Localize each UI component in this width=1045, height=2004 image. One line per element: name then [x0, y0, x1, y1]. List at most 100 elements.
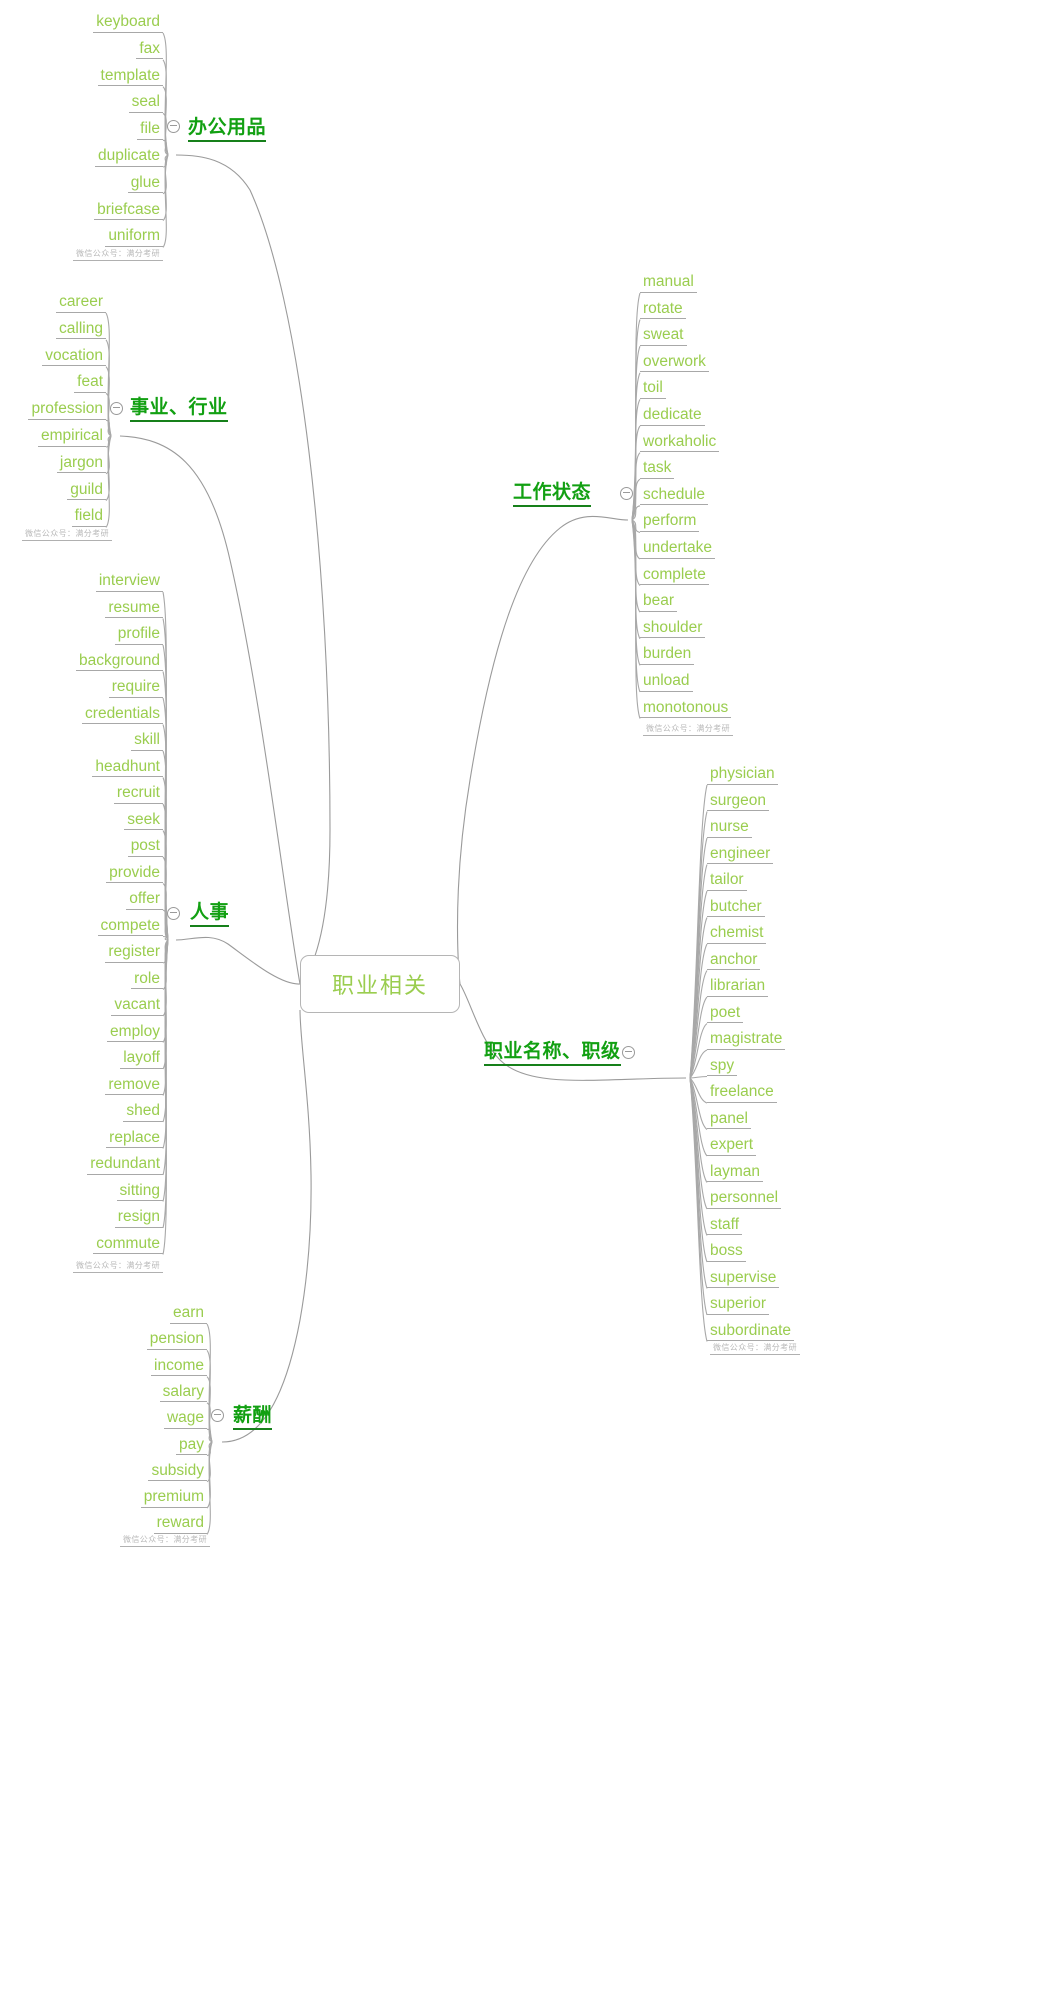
leaf-word[interactable]: subordinate	[707, 1322, 795, 1341]
leaf-word[interactable]: rotate	[640, 301, 686, 320]
leaf-word[interactable]: commute	[93, 1235, 163, 1254]
branch-title-job-titles-ranks[interactable]: 职业名称、职级	[484, 1042, 621, 1066]
leaf-word[interactable]: template	[97, 68, 163, 87]
leaf-word[interactable]: post	[127, 838, 163, 857]
leaf-word[interactable]: resign	[114, 1209, 163, 1228]
leaf-word[interactable]: freelance	[707, 1084, 777, 1103]
leaf-word[interactable]: wage	[163, 1410, 207, 1429]
leaf-word[interactable]: headhunt	[92, 758, 163, 777]
leaf-word[interactable]: engineer	[707, 845, 774, 864]
leaf-word[interactable]: role	[131, 970, 163, 989]
leaf-word[interactable]: file	[137, 121, 163, 140]
leaf-word[interactable]: overwork	[640, 354, 709, 373]
leaf-word[interactable]: layoff	[120, 1050, 163, 1069]
leaf-word[interactable]: career	[56, 294, 106, 313]
center-node[interactable]: 职业相关	[300, 955, 460, 1013]
leaf-word[interactable]: burden	[640, 646, 695, 665]
leaf-word[interactable]: feat	[74, 374, 106, 393]
leaf-word[interactable]: complete	[640, 567, 709, 586]
leaf-word[interactable]: glue	[127, 175, 163, 194]
leaf-word[interactable]: sitting	[116, 1182, 163, 1201]
leaf-word[interactable]: guild	[67, 482, 106, 501]
collapse-minus-icon[interactable]	[622, 1046, 635, 1059]
leaf-word[interactable]: personnel	[707, 1190, 782, 1209]
leaf-word[interactable]: seal	[128, 94, 163, 113]
leaf-word[interactable]: schedule	[640, 487, 709, 506]
leaf-word[interactable]: income	[151, 1358, 207, 1377]
leaf-word[interactable]: field	[71, 508, 106, 527]
leaf-word[interactable]: seek	[124, 811, 163, 830]
leaf-word[interactable]: perform	[640, 513, 700, 532]
leaf-word[interactable]: spy	[707, 1057, 738, 1076]
leaf-word[interactable]: employ	[107, 1023, 163, 1042]
leaf-word[interactable]: shed	[123, 1103, 163, 1122]
branch-title-office-supplies[interactable]: 办公用品	[188, 118, 267, 142]
leaf-word[interactable]: workaholic	[640, 434, 720, 453]
leaf-word[interactable]: offer	[126, 891, 163, 910]
leaf-word[interactable]: empirical	[37, 428, 106, 447]
leaf-word[interactable]: bear	[640, 593, 678, 612]
leaf-word[interactable]: poet	[707, 1004, 744, 1023]
leaf-word[interactable]: uniform	[105, 228, 163, 247]
leaf-word[interactable]: anchor	[707, 951, 761, 970]
leaf-word[interactable]: nurse	[707, 819, 752, 838]
leaf-word[interactable]: chemist	[707, 925, 767, 944]
leaf-word[interactable]: librarian	[707, 978, 769, 997]
leaf-word[interactable]: layman	[707, 1163, 763, 1182]
leaf-word[interactable]: shoulder	[640, 620, 706, 639]
leaf-word[interactable]: remove	[105, 1076, 163, 1095]
leaf-word[interactable]: physician	[707, 766, 778, 785]
leaf-word[interactable]: jargon	[56, 455, 106, 474]
leaf-word[interactable]: provide	[106, 864, 163, 883]
leaf-word[interactable]: boss	[707, 1243, 746, 1262]
leaf-word[interactable]: task	[640, 460, 675, 479]
leaf-word[interactable]: keyboard	[93, 14, 163, 33]
collapse-minus-icon[interactable]	[110, 402, 123, 415]
leaf-word[interactable]: undertake	[640, 540, 715, 559]
leaf-word[interactable]: vocation	[42, 348, 106, 367]
collapse-minus-icon[interactable]	[211, 1409, 224, 1422]
leaf-word[interactable]: butcher	[707, 898, 765, 917]
leaf-word[interactable]: earn	[169, 1305, 207, 1324]
leaf-word[interactable]: magistrate	[707, 1031, 786, 1050]
leaf-word[interactable]: dedicate	[640, 407, 705, 426]
leaf-word[interactable]: reward	[153, 1515, 207, 1534]
collapse-minus-icon[interactable]	[167, 120, 180, 133]
leaf-word[interactable]: fax	[136, 41, 163, 60]
leaf-word[interactable]: compete	[97, 917, 163, 936]
branch-title-work-status[interactable]: 工作状态	[513, 483, 592, 507]
leaf-word[interactable]: interview	[95, 573, 163, 592]
leaf-word[interactable]: require	[108, 679, 163, 698]
leaf-word[interactable]: briefcase	[94, 202, 163, 221]
leaf-word[interactable]: expert	[707, 1137, 757, 1156]
leaf-word[interactable]: superior	[707, 1296, 769, 1315]
branch-title-human-resources[interactable]: 人事	[190, 903, 230, 927]
leaf-word[interactable]: replace	[106, 1129, 163, 1148]
leaf-word[interactable]: resume	[105, 599, 163, 618]
leaf-word[interactable]: duplicate	[94, 148, 163, 167]
leaf-word[interactable]: panel	[707, 1110, 751, 1129]
leaf-word[interactable]: credentials	[82, 705, 163, 724]
leaf-word[interactable]: sweat	[640, 327, 687, 346]
leaf-word[interactable]: premium	[140, 1489, 207, 1508]
leaf-word[interactable]: calling	[56, 321, 106, 340]
leaf-word[interactable]: monotonous	[640, 700, 732, 719]
leaf-word[interactable]: supervise	[707, 1269, 780, 1288]
leaf-word[interactable]: background	[75, 652, 163, 671]
leaf-word[interactable]: manual	[640, 274, 697, 293]
leaf-word[interactable]: vacant	[111, 997, 163, 1016]
leaf-word[interactable]: pay	[176, 1436, 207, 1455]
leaf-word[interactable]: profession	[28, 401, 106, 420]
branch-title-salary[interactable]: 薪酬	[233, 1406, 273, 1430]
leaf-word[interactable]: toil	[640, 380, 666, 399]
leaf-word[interactable]: recruit	[113, 785, 163, 804]
leaf-word[interactable]: register	[105, 944, 163, 963]
leaf-word[interactable]: redundant	[87, 1156, 163, 1175]
leaf-word[interactable]: skill	[131, 732, 163, 751]
collapse-minus-icon[interactable]	[167, 907, 180, 920]
leaf-word[interactable]: surgeon	[707, 792, 770, 811]
leaf-word[interactable]: staff	[707, 1216, 743, 1235]
collapse-minus-icon[interactable]	[620, 487, 633, 500]
leaf-word[interactable]: salary	[159, 1384, 207, 1403]
leaf-word[interactable]: tailor	[707, 872, 747, 891]
